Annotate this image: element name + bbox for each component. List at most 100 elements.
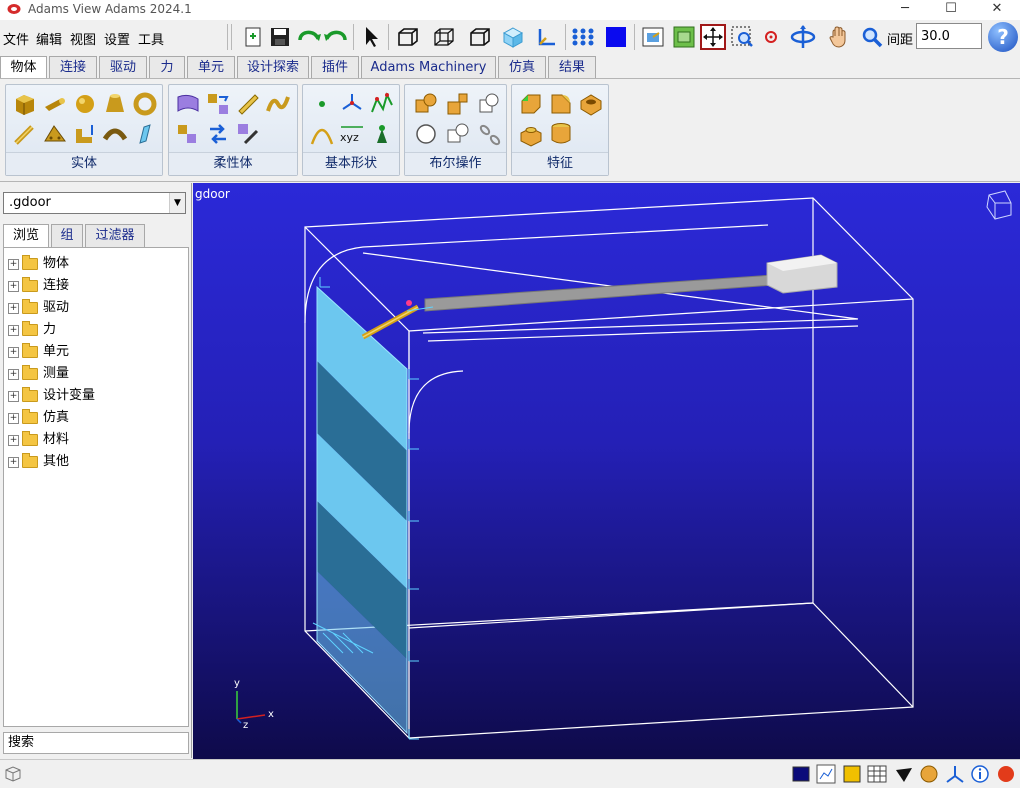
expand-icon[interactable]: +: [8, 390, 19, 402]
tree-item-bodies[interactable]: + 物体: [8, 254, 69, 274]
triad-status-icon[interactable]: [945, 764, 965, 784]
expand-icon[interactable]: +: [8, 280, 19, 292]
close-button[interactable]: ✕: [974, 0, 1020, 20]
polyline-icon[interactable]: [369, 91, 395, 117]
exchange-icon[interactable]: [205, 121, 231, 147]
expand-icon[interactable]: +: [8, 368, 19, 380]
triad-button[interactable]: [532, 23, 560, 51]
hole-icon[interactable]: [578, 91, 604, 117]
construction-geometry-icon[interactable]: [369, 121, 395, 147]
table-icon[interactable]: [867, 764, 887, 784]
cylinder-icon[interactable]: [42, 91, 68, 117]
3d-viewport[interactable]: gdoor y x z: [193, 183, 1020, 759]
expand-icon[interactable]: +: [8, 412, 19, 424]
plot-icon[interactable]: [816, 764, 836, 784]
tab-groups[interactable]: 组: [51, 224, 83, 247]
edit-flex-icon[interactable]: [235, 121, 261, 147]
redo-button[interactable]: [322, 23, 350, 51]
tab-elements[interactable]: 单元: [187, 56, 235, 78]
cut-icon[interactable]: [477, 91, 503, 117]
render-globe-icon[interactable]: [919, 764, 939, 784]
menu-file[interactable]: 文件: [3, 29, 29, 48]
minimize-button[interactable]: ─: [882, 0, 928, 20]
rigid-to-flex-icon[interactable]: [205, 91, 231, 117]
zoom-fit-button[interactable]: [699, 23, 727, 51]
box-icon[interactable]: [12, 91, 38, 117]
menu-tools[interactable]: 工具: [138, 29, 164, 48]
tree-item-other[interactable]: + 其他: [8, 452, 69, 472]
expand-icon[interactable]: +: [8, 258, 19, 270]
tab-adams-machinery[interactable]: Adams Machinery: [361, 56, 496, 78]
tab-plugins[interactable]: 插件: [311, 56, 359, 78]
expand-icon[interactable]: +: [8, 324, 19, 336]
link-icon[interactable]: [12, 121, 38, 147]
tree-item-elements[interactable]: + 单元: [8, 342, 69, 362]
view-front-button[interactable]: [394, 23, 422, 51]
view-iso-button[interactable]: [430, 23, 458, 51]
plate-icon[interactable]: [42, 121, 68, 147]
spline-icon[interactable]: xyz: [339, 121, 365, 147]
zoom-box-button[interactable]: [728, 23, 756, 51]
grid-spacing-input[interactable]: [916, 23, 982, 49]
menu-view[interactable]: 视图: [70, 29, 96, 48]
intersect-icon[interactable]: [445, 91, 471, 117]
view-cube-icon[interactable]: [986, 190, 1012, 220]
tree-item-connectors[interactable]: + 连接: [8, 276, 69, 296]
plane-icon[interactable]: [132, 121, 158, 147]
union-icon[interactable]: [413, 91, 439, 117]
shell-icon[interactable]: [548, 121, 574, 147]
zoom-button[interactable]: [858, 23, 886, 51]
chevron-down-icon[interactable]: ▼: [169, 193, 185, 213]
expand-icon[interactable]: +: [8, 434, 19, 446]
layout-button[interactable]: [670, 23, 698, 51]
tree-item-forces[interactable]: + 力: [8, 320, 56, 340]
grid-toggle-button[interactable]: [569, 23, 597, 51]
rotate-button[interactable]: [789, 23, 817, 51]
flex-body-icon[interactable]: [175, 91, 201, 117]
menu-edit[interactable]: 编辑: [36, 29, 62, 48]
tab-forces[interactable]: 力: [149, 56, 185, 78]
expand-icon[interactable]: +: [8, 346, 19, 358]
chamfer-icon[interactable]: [518, 91, 544, 117]
tab-browse[interactable]: 浏览: [3, 224, 49, 247]
torus-icon[interactable]: [132, 91, 158, 117]
swap-body-icon[interactable]: [175, 121, 201, 147]
tree-item-materials[interactable]: + 材料: [8, 430, 69, 450]
extrusion-icon[interactable]: [72, 121, 98, 147]
tab-results[interactable]: 结果: [548, 56, 596, 78]
split-icon[interactable]: [413, 121, 439, 147]
save-button[interactable]: [266, 23, 294, 51]
sphere-icon[interactable]: [72, 91, 98, 117]
fillet-icon[interactable]: [548, 91, 574, 117]
window-icon[interactable]: [791, 764, 811, 784]
boss-icon[interactable]: [518, 121, 544, 147]
tree-item-measures[interactable]: + 测量: [8, 364, 69, 384]
frustum-icon[interactable]: [102, 91, 128, 117]
chain-icon[interactable]: [477, 121, 503, 147]
maximize-button[interactable]: ☐: [928, 0, 974, 20]
tree-item-simulations[interactable]: + 仿真: [8, 408, 69, 428]
marker-icon[interactable]: [339, 91, 365, 117]
arc-icon[interactable]: [309, 121, 335, 147]
merge-icon[interactable]: [445, 121, 471, 147]
point-icon[interactable]: [309, 91, 335, 117]
tree-item-design-variables[interactable]: + 设计变量: [8, 386, 95, 406]
flex-beam-icon[interactable]: [235, 91, 261, 117]
stop-icon[interactable]: [996, 764, 1016, 784]
new-model-button[interactable]: [239, 23, 267, 51]
help-button[interactable]: ?: [988, 22, 1018, 52]
tab-bodies[interactable]: 物体: [0, 56, 47, 79]
info-icon[interactable]: [970, 764, 990, 784]
tab-connectors[interactable]: 连接: [49, 56, 97, 78]
color-button[interactable]: [602, 23, 630, 51]
center-button[interactable]: [757, 23, 785, 51]
tab-design-exploration[interactable]: 设计探索: [237, 56, 309, 78]
tab-motions[interactable]: 驱动: [99, 56, 147, 78]
menu-settings[interactable]: 设置: [104, 29, 130, 48]
tab-simulation[interactable]: 仿真: [498, 56, 546, 78]
arrow-icon[interactable]: [894, 764, 914, 784]
render-mode-button[interactable]: [499, 23, 527, 51]
fit-view-button[interactable]: [639, 23, 667, 51]
tab-filter[interactable]: 过滤器: [85, 224, 145, 247]
search-input[interactable]: 搜索: [3, 732, 189, 754]
